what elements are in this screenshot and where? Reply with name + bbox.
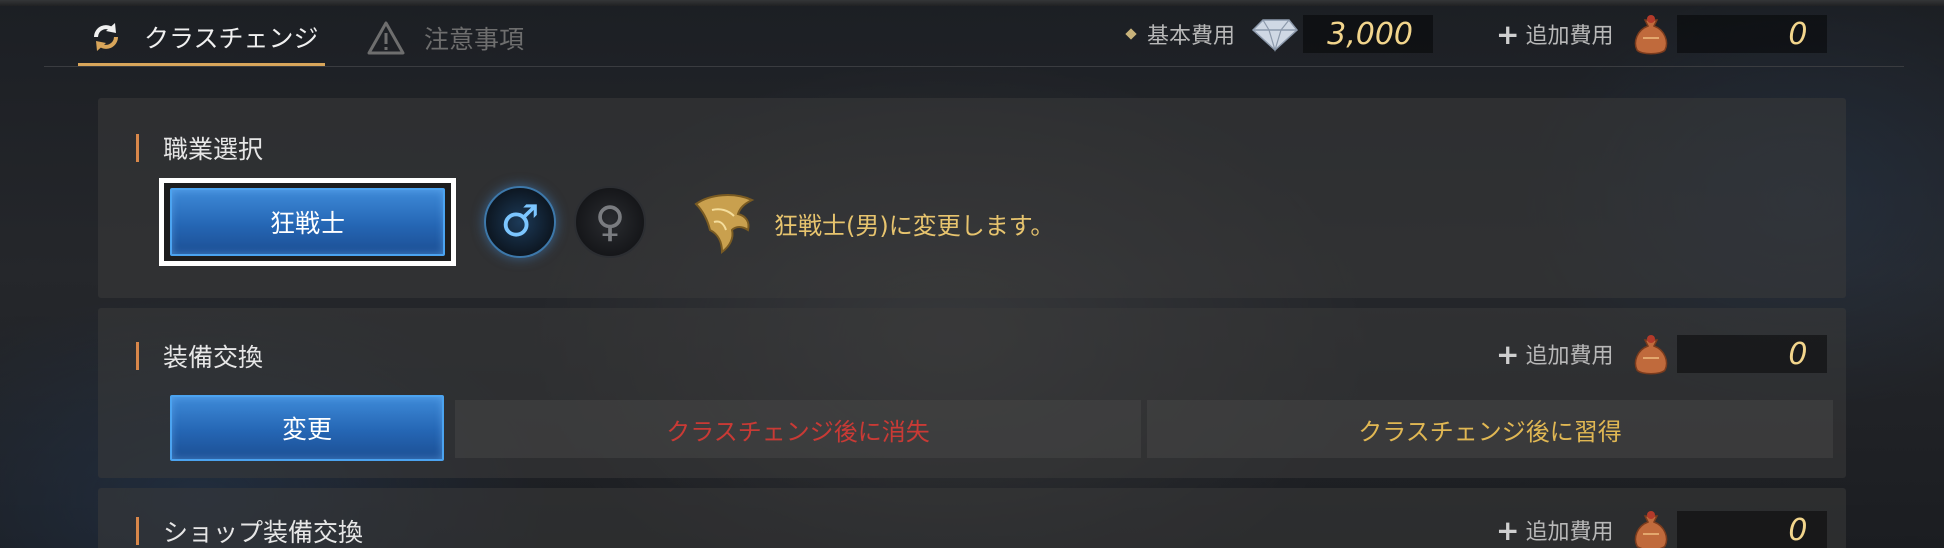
shop-extra-cost-value: 0 [1677, 511, 1828, 548]
section-marker [136, 342, 139, 370]
tab-divider [44, 66, 1904, 67]
lost-after-change-tab[interactable]: クラスチェンジ後に消失 [455, 400, 1141, 458]
equip-extra-cost-label: 追加費用 [1525, 344, 1614, 369]
money-bag-icon [1631, 332, 1671, 376]
tab-class-change[interactable]: クラスチェンジ [78, 10, 325, 66]
tab-bar: クラスチェンジ 注意事項 基本費用 3,000 + 追加費用 0 [0, 0, 1944, 68]
base-cost-label: 基本費用 [1147, 24, 1236, 49]
change-button[interactable]: 変更 [170, 395, 444, 461]
equip-extra-cost: + 追加費用 0 [1496, 332, 1828, 376]
job-select-title: 職業選択 [136, 130, 263, 166]
section-marker [136, 517, 139, 545]
tab-notes[interactable]: 注意事項 [366, 10, 606, 66]
class-change-info: 狂戦士(男)に変更します。 [774, 212, 1055, 240]
shop-equip-title-text: ショップ装備交換 [163, 518, 364, 547]
female-icon: ♀ [594, 197, 626, 246]
base-cost-value: 3,000 [1303, 15, 1434, 53]
berserker-emblem-icon [690, 186, 760, 256]
diamond-gem-icon [1249, 16, 1299, 53]
job-select-title-text: 職業選択 [163, 135, 264, 164]
female-button[interactable]: ♀ [574, 186, 646, 258]
tab-label: 注意事項 [424, 25, 525, 54]
warning-icon [366, 18, 406, 58]
plus-icon: + [1496, 513, 1520, 547]
extra-cost: + 追加費用 0 [1496, 12, 1828, 56]
equip-exchange-title-text: 装備交換 [163, 343, 264, 372]
tab-label: クラスチェンジ [144, 23, 319, 53]
plus-icon: + [1496, 337, 1520, 371]
money-bag-icon [1631, 508, 1671, 548]
plus-icon: + [1496, 17, 1520, 51]
equip-extra-cost-value: 0 [1677, 335, 1828, 373]
equip-exchange-title: 装備交換 [136, 338, 263, 374]
male-icon: ♂ [500, 196, 540, 247]
bullet-icon [1125, 28, 1137, 40]
class-select-button[interactable]: 狂戦士 [170, 188, 445, 256]
refresh-icon [86, 17, 126, 57]
money-bag-icon [1631, 12, 1671, 56]
section-marker [136, 134, 139, 162]
shop-extra-cost-label: 追加費用 [1525, 520, 1614, 545]
extra-cost-value: 0 [1677, 15, 1828, 53]
shop-equip-title: ショップ装備交換 [136, 513, 363, 548]
base-cost: 基本費用 3,000 [1125, 14, 1434, 54]
male-button[interactable]: ♂ [484, 186, 556, 258]
extra-cost-label: 追加費用 [1525, 24, 1614, 49]
learn-after-change-tab[interactable]: クラスチェンジ後に習得 [1147, 400, 1833, 458]
shop-extra-cost: + 追加費用 0 [1496, 508, 1828, 548]
